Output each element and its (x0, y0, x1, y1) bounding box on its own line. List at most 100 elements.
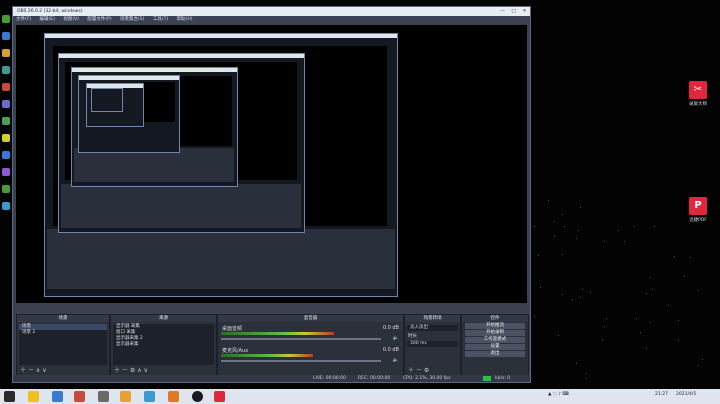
desktop-icon-screen-recorder[interactable]: ✂ 录屏大师 (680, 81, 716, 107)
star-speck (562, 254, 563, 255)
remove-icon[interactable]: － (28, 367, 34, 374)
app-icon[interactable] (2, 202, 10, 210)
minimize-icon[interactable]: — (497, 7, 508, 16)
app-icon[interactable] (2, 100, 10, 108)
status-kbps: kb/s: 0 (495, 376, 511, 381)
star-speck (538, 255, 539, 256)
menu-scene-collection[interactable]: 场景集合(S) (120, 17, 144, 22)
sources-dock: 来源 显示器 采集 窗口 采集 显示器采集 2 显示器采集 ＋ － ⚙ ∧ ∨ (110, 314, 217, 376)
tray-icons[interactable]: ▲ ◌ ♪ ⌨ (548, 392, 569, 397)
app-icon[interactable] (2, 134, 10, 142)
mixer-channel-name: 麦克风/Aux (222, 348, 249, 354)
transition-duration-label: 时长 (408, 334, 417, 339)
clock-time[interactable]: 21:27 (655, 392, 668, 397)
transition-toolbar: ＋ － ⚙ (408, 365, 429, 374)
gear-icon[interactable]: ⚙ (424, 367, 429, 374)
star-speck (674, 256, 675, 257)
star-speck (618, 230, 619, 231)
chevron-down-icon[interactable]: ∨ (42, 367, 46, 374)
taskbar-app-icon[interactable] (52, 391, 63, 402)
preview-canvas[interactable] (16, 25, 527, 303)
maximize-icon[interactable]: □ (508, 7, 519, 16)
star-speck (562, 214, 563, 215)
gear-icon[interactable]: ⚙ (130, 367, 135, 374)
chevron-up-icon[interactable]: ∧ (137, 367, 141, 374)
taskbar-app-icon[interactable] (74, 391, 85, 402)
desktop-icon-pdf[interactable]: P 迅捷PDF (680, 197, 716, 223)
star-speck (698, 365, 699, 366)
star-speck (564, 226, 565, 227)
volume-slider[interactable] (221, 338, 381, 340)
menu-edit[interactable]: 编辑(E) (40, 17, 55, 22)
exit-button[interactable]: 退出 (465, 351, 525, 357)
app-icon[interactable] (2, 117, 10, 125)
start-recording-button[interactable]: 开始录制 (465, 330, 525, 336)
taskbar-app-icon[interactable] (214, 391, 225, 402)
volume-slider[interactable] (221, 360, 381, 362)
star-speck (646, 348, 647, 349)
star-speck (698, 290, 699, 291)
mixer-channel-name: 桌面音频 (222, 326, 243, 332)
clock-date[interactable]: 2021/4/5 (676, 392, 696, 397)
star-speck (668, 305, 669, 306)
app-icon[interactable] (2, 15, 10, 23)
window-titlebar[interactable]: OBS 26.0.2 (32-bit, windows) — □ ✕ (13, 7, 530, 16)
app-icon[interactable] (2, 49, 10, 57)
remove-icon[interactable]: － (122, 367, 128, 374)
speaker-icon[interactable]: 🔈 (393, 357, 399, 363)
chevron-down-icon[interactable]: ∨ (144, 367, 148, 374)
taskbar-app-icon[interactable] (120, 391, 131, 402)
close-icon[interactable]: ✕ (519, 7, 530, 16)
app-icon[interactable] (2, 66, 10, 74)
add-icon[interactable]: ＋ (408, 367, 414, 374)
app-icon[interactable] (2, 168, 10, 176)
chevron-up-icon[interactable]: ∧ (36, 367, 40, 374)
app-icon[interactable] (2, 83, 10, 91)
taskbar-app-icon[interactable] (168, 391, 179, 402)
menu-file[interactable]: 文件(F) (16, 17, 31, 22)
app-icon[interactable] (2, 185, 10, 193)
desktop-left-icons (0, 6, 12, 378)
transition-select[interactable]: 淡入淡出 (407, 325, 458, 331)
mixer-channel-db: 0.0 dB (382, 347, 399, 353)
source-item[interactable]: 显示器采集 (113, 342, 214, 348)
remove-icon[interactable]: － (416, 367, 422, 374)
taskbar-app-icon[interactable] (98, 391, 109, 402)
menu-profile[interactable]: 配置文件(P) (87, 17, 111, 22)
source-toolbar: ＋ － ⚙ ∧ ∨ (114, 365, 148, 374)
start-icon[interactable] (4, 391, 15, 402)
menu-help[interactable]: 帮助(H) (177, 17, 193, 22)
dock-title: 场景 (17, 315, 109, 322)
star-speck (602, 339, 603, 340)
recursive-capture-6 (91, 88, 123, 112)
taskbar-app-icon[interactable] (28, 391, 39, 402)
taskbar-app-icon[interactable] (144, 391, 155, 402)
star-speck (558, 335, 559, 336)
status-live: LIVE: 00:00:00 (313, 376, 346, 381)
app-icon[interactable] (2, 151, 10, 159)
menu-tools[interactable]: 工具(T) (153, 17, 168, 22)
star-speck (554, 236, 555, 237)
add-icon[interactable]: ＋ (20, 367, 26, 374)
settings-button[interactable]: 设置 (465, 344, 525, 350)
speaker-icon[interactable]: 🔈 (393, 335, 399, 341)
studio-mode-button[interactable]: 工作室模式 (465, 337, 525, 343)
star-speck (624, 241, 625, 242)
star-speck (684, 276, 685, 277)
status-indicator (483, 376, 491, 381)
star-speck (652, 289, 653, 290)
controls-dock: 控件 开始推流 开始录制 工作室模式 设置 退出 (461, 314, 529, 376)
status-bar: LIVE: 00:00:00 REC: 00:00:00 CPU: 2.1%, … (13, 375, 530, 382)
transition-duration-input[interactable]: 300 ms (407, 341, 458, 347)
scene-item[interactable]: 场景 2 (19, 330, 107, 336)
start-streaming-button[interactable]: 开始推流 (465, 323, 525, 329)
menu-view[interactable]: 视图(V) (63, 17, 79, 22)
obs-window[interactable]: OBS 26.0.2 (32-bit, windows) — □ ✕ 文件(F)… (12, 6, 531, 383)
star-speck (562, 294, 563, 295)
obs-taskbar-icon[interactable] (192, 391, 203, 402)
star-speck (576, 238, 577, 239)
app-icon[interactable] (2, 32, 10, 40)
status-rec: REC: 00:00:00 (358, 376, 391, 381)
star-speck (604, 241, 605, 242)
add-icon[interactable]: ＋ (114, 367, 120, 374)
